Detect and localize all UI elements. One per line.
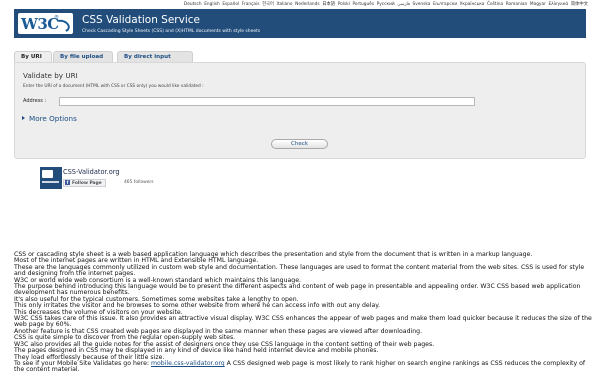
language-link[interactable]: Português [352,2,374,7]
language-link[interactable]: 简体中文 [571,2,588,7]
tab-by-file-upload[interactable]: By file upload [53,51,113,62]
language-link[interactable]: Nederlands [295,2,320,7]
language-link[interactable]: Ελληνικά [548,2,568,7]
article-final-line: To see if your Mobile Site Validates go … [14,360,592,374]
validate-by-uri-panel: Validate by URI Enter the URI of a docum… [14,62,586,159]
language-link[interactable]: Čeština [487,2,503,7]
follower-count: 465 followers [124,180,154,185]
tab-by-direct-input[interactable]: By direct input [117,51,193,62]
article-line: The purpose behind introducing this lang… [14,283,581,297]
language-link[interactable]: Deutsch [184,2,202,7]
language-link[interactable]: Français [242,2,260,7]
article-lines: CSS or cascading style sheet is a web ba… [14,251,592,361]
form-title: Validate by URI [23,71,78,80]
address-input[interactable] [59,97,475,106]
form-help-text: Enter the URI of a document (HTML with C… [23,84,204,89]
language-link[interactable]: 日本語 [322,2,335,7]
article-line: W3C CSS takes care of this issue. It als… [14,315,592,329]
facebook-page-widget: CSS-Validator.org f Follow Page 465 follo… [39,167,169,189]
language-link[interactable]: فارسی [397,2,410,7]
language-link[interactable]: Русский [377,2,395,7]
facebook-icon: f [65,180,70,185]
language-link[interactable]: Español [222,2,239,7]
page-avatar[interactable] [40,167,62,189]
more-options-label: More Options [29,114,77,123]
tab-by-uri[interactable]: By URI [14,51,52,62]
avatar-logo [42,170,53,178]
article-body: CSS or cascading style sheet is a web ba… [14,251,592,374]
address-label: Address : [23,98,47,104]
language-link[interactable]: Romanian [506,2,528,7]
header-banner: W3C ® CSS Validation Service Check Casca… [14,9,586,38]
triangle-right-icon [22,116,25,120]
language-link[interactable]: Українська [460,2,485,7]
page-title: CSS Validation Service [82,14,200,26]
language-link[interactable]: 한국어 [262,2,274,7]
language-link[interactable]: English [204,2,220,7]
language-link[interactable]: Svenska [413,2,431,7]
article-line: These are the languages commonly utilize… [14,263,585,278]
more-options-toggle[interactable]: More Options [22,114,77,123]
language-link[interactable]: Polski [338,2,350,7]
check-button[interactable]: Check [271,139,328,149]
avatar-line [42,181,59,183]
page-subtitle: Check Cascading Style Sheets (CSS) and (… [82,29,261,34]
follow-page-label: Follow Page [72,181,102,186]
language-link[interactable]: Magyar [530,2,546,7]
follow-page-button[interactable]: f Follow Page [63,179,106,187]
language-link[interactable]: Български [433,2,457,7]
language-link[interactable]: Italiano [277,2,293,7]
language-bar: Deutsch English Español Français 한국어 Italiano… [181,1,588,7]
w3c-logo[interactable]: W3C ® [18,13,73,35]
fb-page-name[interactable]: CSS-Validator.org [63,168,120,176]
mobile-validator-link[interactable]: mobile.css-validator.org [151,360,225,367]
